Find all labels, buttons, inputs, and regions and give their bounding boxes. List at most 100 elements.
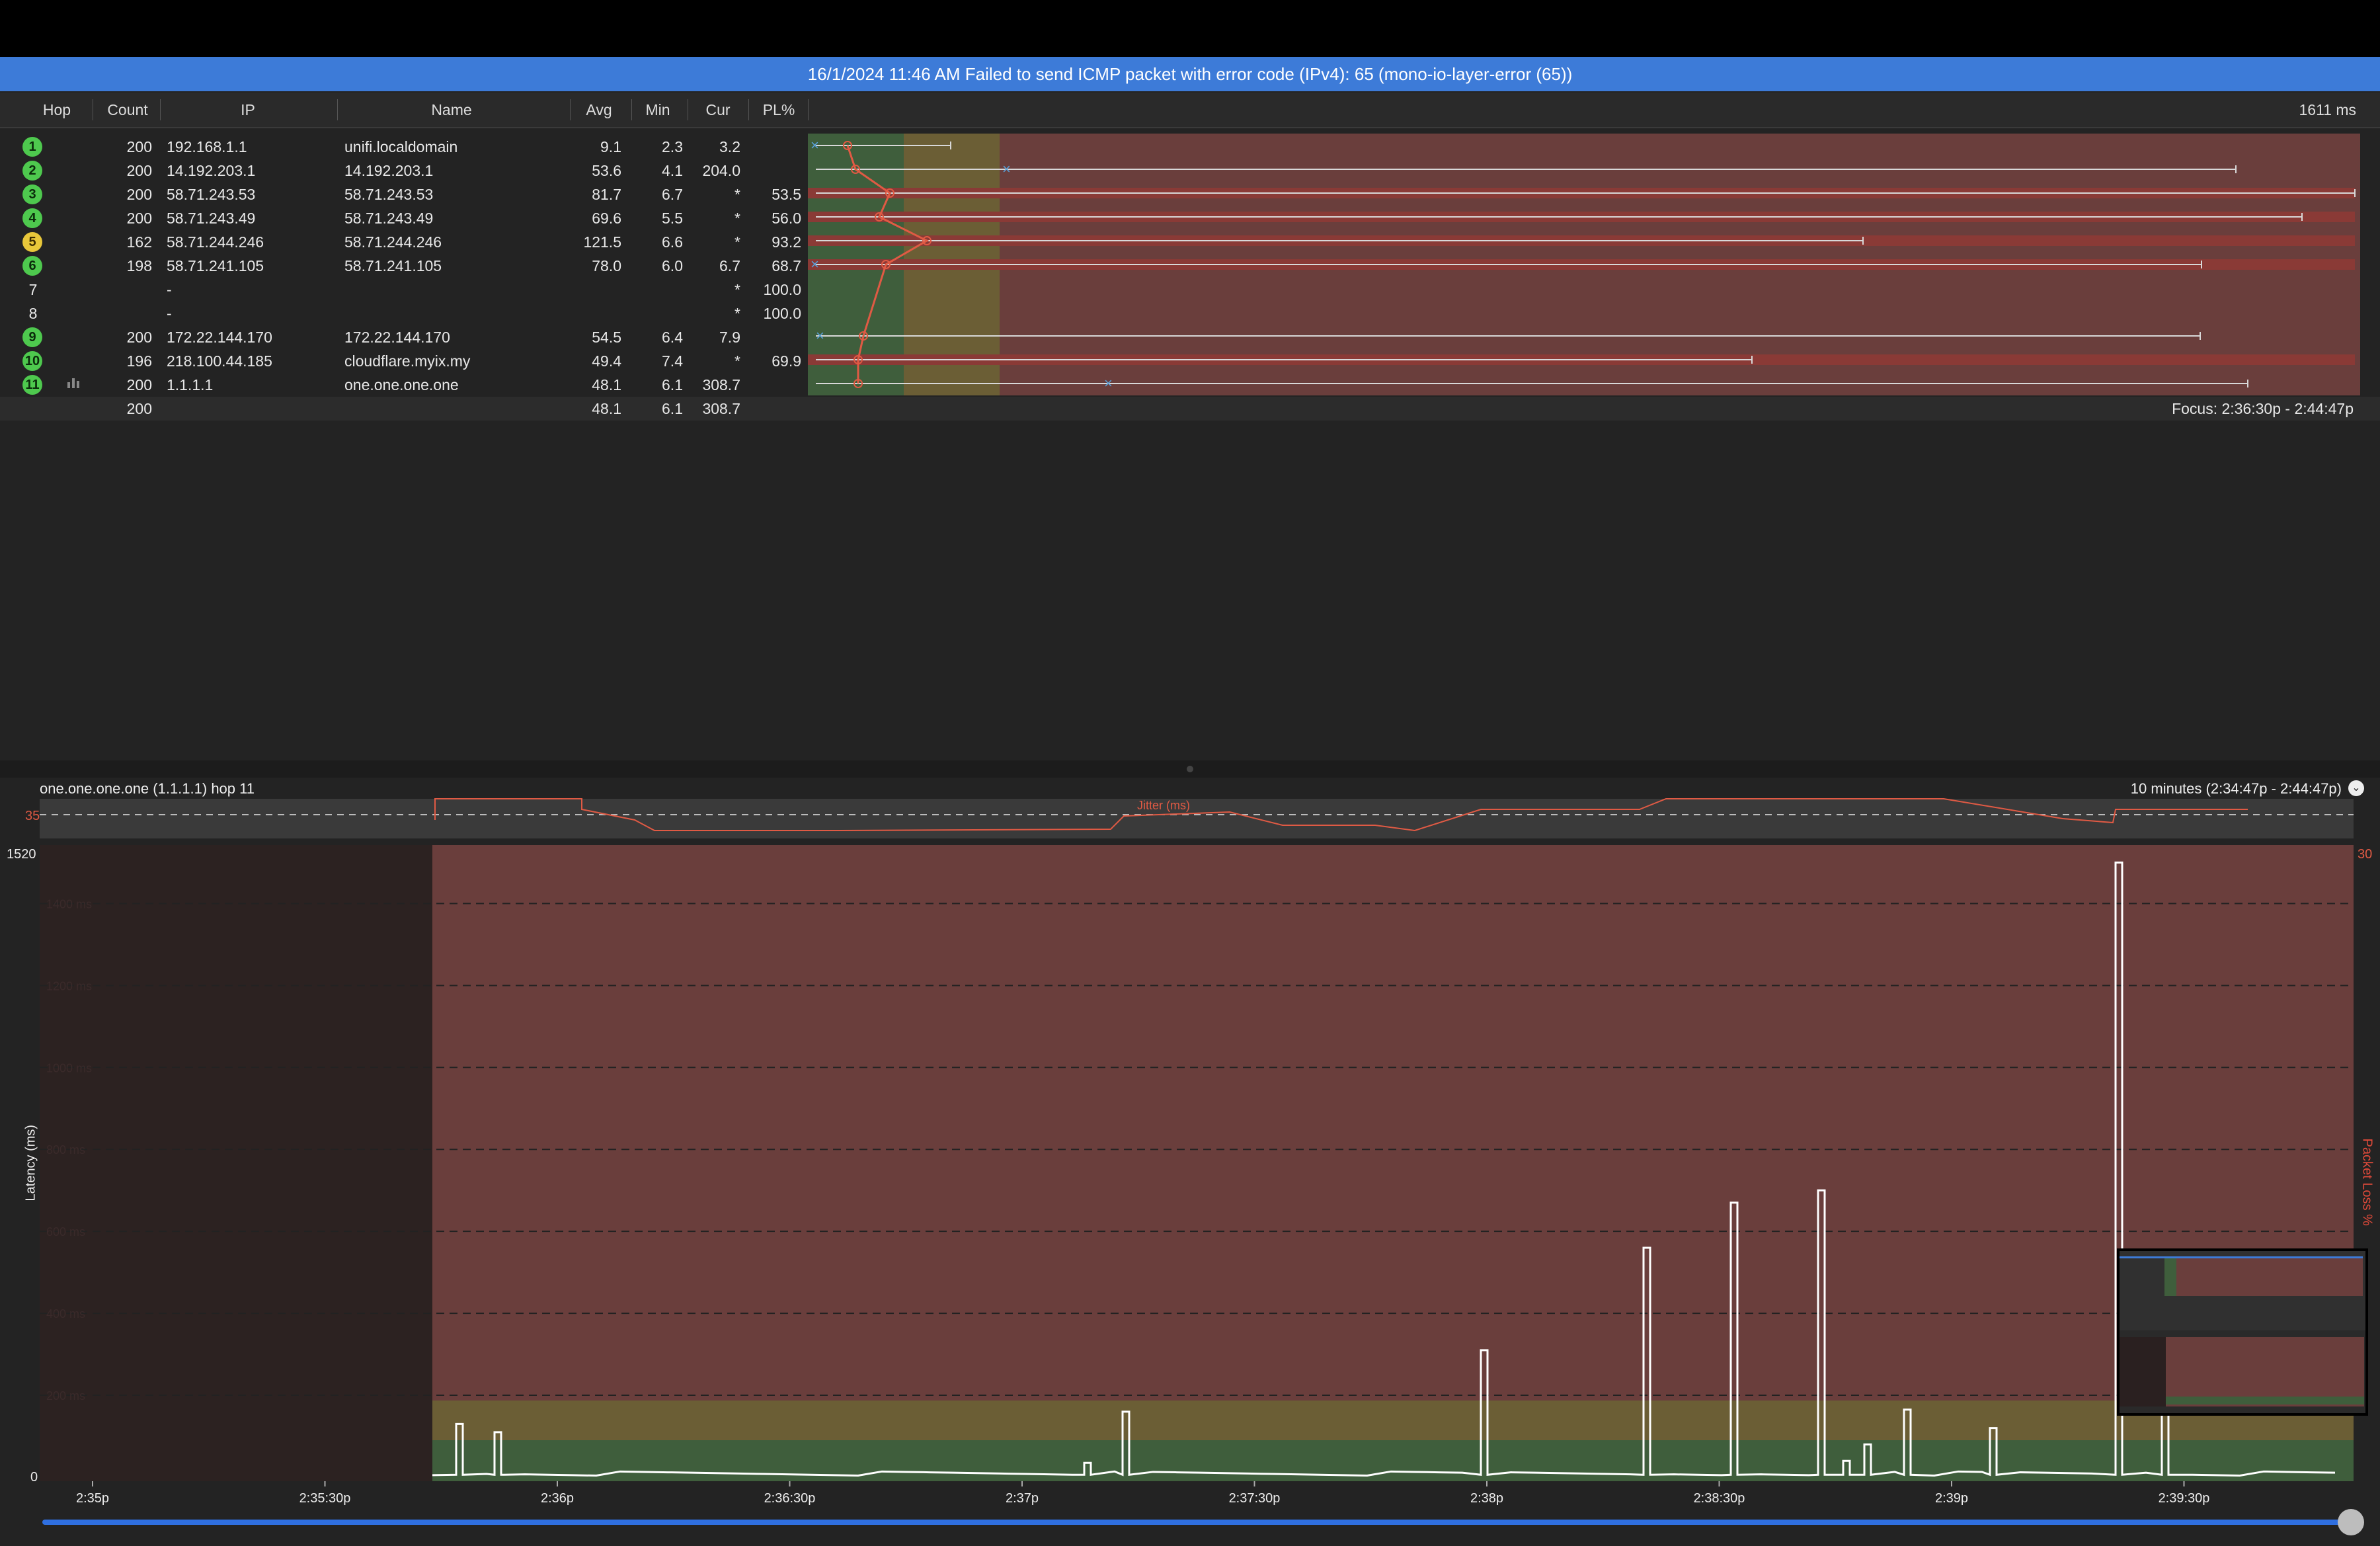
hop-count xyxy=(99,278,152,302)
hop-min: 2.3 xyxy=(662,138,683,155)
hop-name: cloudflare.myix.my xyxy=(344,352,471,370)
x-tick-label: 2:38p xyxy=(1470,1491,1503,1506)
trace-table-header: Hop Count IP Name Avg Min Cur PL% xyxy=(0,93,2380,128)
chevron-down-icon[interactable]: ⌄ xyxy=(2348,780,2364,796)
window-titlebar xyxy=(0,0,2380,57)
gridline-label: 200 ms xyxy=(46,1389,85,1403)
hop-number-badge: 3 xyxy=(22,184,42,204)
latency-graph[interactable]: 35 Jitter (ms) 1400 ms 1200 ms 1000 ms 800 ms… xyxy=(0,796,2380,1510)
col-hop[interactable]: Hop xyxy=(33,93,81,127)
hop-row[interactable]: 6 198 58.71.241.105 58.71.241.105 78.0 6.0 6.7… xyxy=(0,254,809,278)
hop-min: 6.7 xyxy=(662,186,683,203)
hop-count: 200 xyxy=(126,376,152,393)
hop-pl: 93.2 xyxy=(772,233,801,251)
hop-row[interactable]: 4 200 58.71.243.49 58.71.243.49 69.6 5.5 * 56.0 xyxy=(0,206,809,230)
timeline-bars: × × × × × xyxy=(808,134,2360,395)
splitter-handle[interactable] xyxy=(1187,766,1193,772)
hop-number-badge: 10 xyxy=(22,351,42,371)
x-tick-label: 2:39p xyxy=(1935,1491,1968,1506)
hop-cur: * xyxy=(734,210,740,227)
hop-ip: 14.192.203.1 xyxy=(167,162,256,179)
hop-row[interactable]: 2 200 14.192.203.1 14.192.203.1 53.6 4.1 204.0 xyxy=(0,159,809,183)
focus-range: Focus: 2:36:30p - 2:44:47p xyxy=(2172,400,2354,417)
hop-avg xyxy=(569,278,621,302)
hop-pl: 53.5 xyxy=(772,186,801,203)
y-top-label: 1520 xyxy=(7,847,36,862)
hop-ip: - xyxy=(167,281,172,298)
hop-name xyxy=(344,302,563,325)
x-tick-label: 2:37p xyxy=(1006,1491,1039,1506)
hop-min: 6.0 xyxy=(662,257,683,274)
hop-name: one.one.one.one xyxy=(344,376,459,393)
hop-avg: 78.0 xyxy=(592,257,621,274)
hop-avg: 121.5 xyxy=(583,233,621,251)
hop-name: 58.71.244.246 xyxy=(344,233,442,251)
hop-ip: 58.71.244.246 xyxy=(167,233,264,251)
minimap-preview[interactable] xyxy=(2117,1248,2368,1416)
total-cur: 308.7 xyxy=(702,400,740,417)
hop-row[interactable]: 9 200 172.22.144.170 172.22.144.170 54.5 6.4 7… xyxy=(0,325,809,349)
col-min[interactable]: Min xyxy=(635,93,681,127)
hop-row[interactable]: 5 162 58.71.244.246 58.71.244.246 121.5 6.6 * 9… xyxy=(0,230,809,254)
bar-chart-icon[interactable] xyxy=(66,373,83,397)
x-tick-label: 2:35p xyxy=(76,1491,109,1506)
hop-row[interactable]: 1 200 192.168.1.1 unifi.localdomain 9.1 2.3 3.… xyxy=(0,135,809,159)
hop-pl xyxy=(747,373,801,397)
x-tick-label: 2:35:30p xyxy=(299,1491,351,1506)
gridline-label: 1200 ms xyxy=(46,979,92,993)
unfocused-region xyxy=(40,845,432,1481)
col-cur[interactable]: Cur xyxy=(691,93,745,127)
hop-number-badge: 2 xyxy=(22,161,42,181)
col-ip[interactable]: IP xyxy=(165,93,331,127)
y2-top-label: 30 xyxy=(2358,847,2372,862)
hop-min: 6.6 xyxy=(662,233,683,251)
hop-row[interactable]: 11 200 1.1.1.1 one.one.one.one 48.1 6.1 308.7 xyxy=(0,373,809,397)
hop-cur: * xyxy=(734,305,740,322)
timeline-scrollbar[interactable] xyxy=(42,1520,2356,1525)
hop-avg: 49.4 xyxy=(592,352,621,370)
hop-row[interactable]: 3 200 58.71.243.53 58.71.243.53 81.7 6.7 * 53.5 xyxy=(0,183,809,206)
gridline-label: 1000 ms xyxy=(46,1061,92,1075)
totals-row: 200 48.1 6.1 308.7 Focus: 2:36:30p - 2:4… xyxy=(0,397,2380,421)
hop-ip: - xyxy=(167,305,172,322)
hop-number-badge: 1 xyxy=(22,137,42,157)
gridline-label: 600 ms xyxy=(46,1225,85,1239)
x-tick-label: 2:36p xyxy=(541,1491,574,1506)
gridline-label: 800 ms xyxy=(46,1143,85,1157)
hop-min xyxy=(631,302,683,325)
hop-count: 162 xyxy=(126,233,152,251)
hop-cur: * xyxy=(734,352,740,370)
hop-name: unifi.localdomain xyxy=(344,138,458,155)
total-count: 200 xyxy=(126,400,152,417)
hop-count: 200 xyxy=(126,162,152,179)
hop-count xyxy=(99,302,152,325)
col-name[interactable]: Name xyxy=(342,93,561,127)
hop-cur: 7.9 xyxy=(719,329,740,346)
hop-ip: 192.168.1.1 xyxy=(167,138,247,155)
hop-avg: 53.6 xyxy=(592,162,621,179)
col-avg[interactable]: Avg xyxy=(575,93,623,127)
hop-ip: 1.1.1.1 xyxy=(167,376,214,393)
hop-min: 5.5 xyxy=(662,210,683,227)
x-tick-label: 2:37:30p xyxy=(1229,1491,1281,1506)
scrollbar-thumb[interactable] xyxy=(2338,1509,2364,1535)
x-tick-label: 2:39:30p xyxy=(2159,1491,2210,1506)
x-tick-label: 2:38:30p xyxy=(1694,1491,1745,1506)
hop-row[interactable]: 7 - * 100.0 xyxy=(0,278,809,302)
hop-count: 198 xyxy=(126,257,152,274)
col-pl[interactable]: PL% xyxy=(752,93,805,127)
hop-cur: 6.7 xyxy=(719,257,740,274)
hop-pl: 100.0 xyxy=(763,305,801,322)
col-count[interactable]: Count xyxy=(98,93,157,127)
hop-ip: 218.100.44.185 xyxy=(167,352,272,370)
hop-name: 58.71.243.53 xyxy=(344,186,434,203)
hop-min: 6.4 xyxy=(662,329,683,346)
hop-pl xyxy=(747,159,801,183)
y2-axis-label: Packet Loss % xyxy=(2360,1138,2375,1226)
hop-row[interactable]: 10 196 218.100.44.185 cloudflare.myix.my 49.… xyxy=(0,349,809,373)
current-marker: × xyxy=(1002,161,1011,177)
hop-count: 200 xyxy=(126,186,152,203)
hop-row[interactable]: 8 - * 100.0 xyxy=(0,302,809,325)
total-min: 6.1 xyxy=(662,400,683,417)
hop-number-badge: 4 xyxy=(22,208,42,228)
